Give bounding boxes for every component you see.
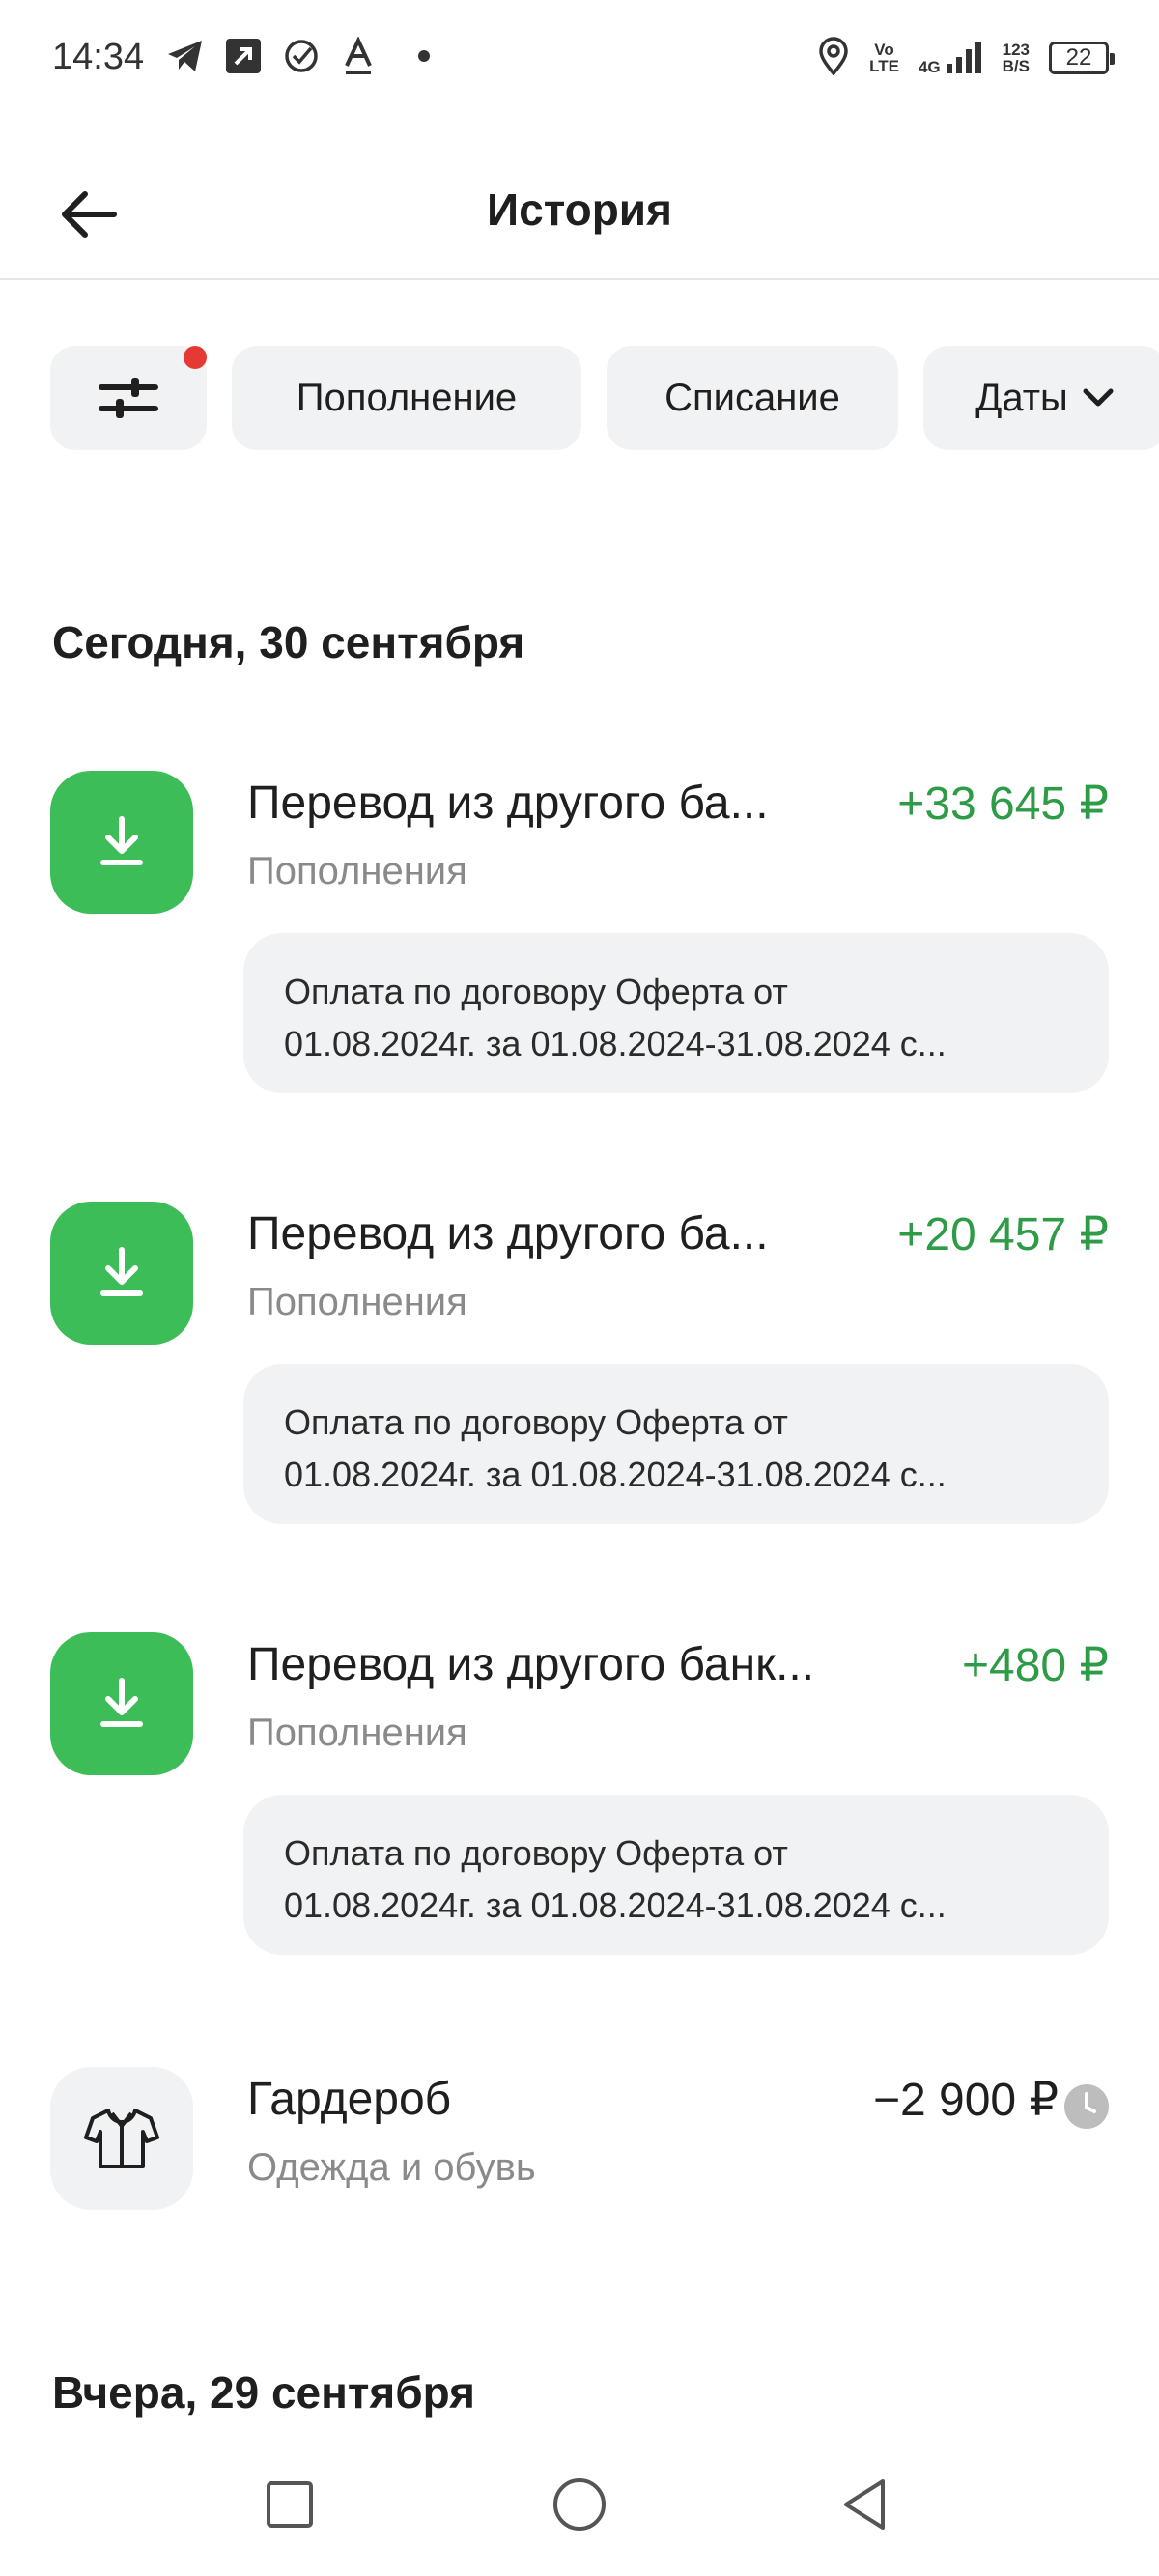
dot-icon (417, 35, 431, 77)
status-right: Vo LTE 4G 123 B/S 22 (817, 35, 1115, 81)
note-line: 01.08.2024г. за 01.08.2024-31.08.2024 с.… (284, 1455, 947, 1494)
transaction-note: Оплата по договору Оферта от 01.08.2024г… (243, 1364, 1109, 1524)
home-button[interactable] (536, 2461, 623, 2548)
triangle-back-icon (844, 2479, 885, 2530)
transaction-note: Оплата по договору Оферта от 01.08.2024г… (243, 1795, 1109, 1955)
transaction-category: Пополнения (247, 1281, 467, 1323)
filter-withdraw-chip[interactable]: Списание (607, 346, 898, 450)
note-line: Оплата по договору Оферта от (284, 1402, 788, 1442)
circle-icon (553, 2478, 606, 2531)
signal-indicator: 4G (919, 41, 983, 75)
transaction-name: Гардероб (247, 2074, 452, 2125)
volte-top: Vo (874, 41, 894, 59)
chevron-down-icon (1083, 388, 1114, 407)
telegram-icon (166, 35, 205, 77)
note-line: Оплата по договору Оферта от (284, 1833, 788, 1873)
filter-dates-dropdown[interactable]: Даты (923, 346, 1159, 450)
transaction-item[interactable]: Перевод из другого банк... Пополнения +4… (50, 1632, 1109, 1961)
status-bar: 14:34 Vo LTE 4G 123 B/S 22 (0, 0, 1159, 116)
section-date-yesterday: Вчера, 29 сентября (52, 2367, 476, 2418)
check-circle-icon (282, 35, 321, 77)
volte-indicator: Vo LTE (869, 42, 899, 74)
clock-icon (1064, 2084, 1109, 2129)
note-line: Оплата по договору Оферта от (284, 972, 788, 1011)
transaction-amount: +480 ₽ (962, 1640, 1109, 1691)
filter-bar: Пополнение Списание Даты (50, 346, 1159, 452)
section-date-today: Сегодня, 30 сентября (52, 617, 525, 667)
transaction-name: Перевод из другого банк... (247, 1639, 815, 1690)
transaction-category: Пополнения (247, 1712, 467, 1754)
transaction-item[interactable]: Гардероб Одежда и обувь −2 900 ₽ (50, 2067, 1109, 2212)
download-arrow-icon (50, 1202, 193, 1345)
transaction-note: Оплата по договору Оферта от 01.08.2024г… (243, 933, 1109, 1093)
download-arrow-icon (50, 771, 193, 914)
font-a-icon (342, 35, 375, 77)
system-nav-bar (0, 2434, 1159, 2576)
transaction-item[interactable]: Перевод из другого ба... Пополнения +20 … (50, 1202, 1109, 1530)
filter-settings-button[interactable] (50, 346, 207, 450)
transaction-category: Пополнения (247, 850, 467, 892)
transaction-name: Перевод из другого ба... (247, 778, 769, 829)
signal-bars-icon (946, 42, 981, 73)
transaction-name: Перевод из другого ба... (247, 1208, 769, 1260)
battery-icon: 22 (1049, 42, 1115, 74)
filter-dates-label: Даты (975, 376, 1068, 419)
back-nav-button[interactable] (821, 2461, 908, 2548)
speed-unit: B/S (1002, 57, 1030, 75)
transaction-item[interactable]: Перевод из другого ба... Пополнения +33 … (50, 771, 1109, 1099)
status-time: 14:34 (52, 37, 145, 77)
battery-level: 22 (1065, 44, 1092, 71)
square-icon (267, 2481, 313, 2528)
speed-value: 123 (1002, 41, 1030, 59)
transaction-amount: −2 900 ₽ (872, 2075, 1059, 2126)
note-line: 01.08.2024г. за 01.08.2024-31.08.2024 с.… (284, 1885, 947, 1925)
notification-dot (184, 346, 207, 369)
download-arrow-icon (50, 1632, 193, 1775)
network-speed: 123 B/S (1003, 42, 1030, 74)
network-generation: 4G (918, 58, 941, 76)
arrow-square-icon (224, 35, 263, 77)
filter-deposit-chip[interactable]: Пополнение (232, 346, 581, 450)
volte-bottom: LTE (869, 57, 899, 75)
shirt-icon (50, 2067, 193, 2210)
note-line: 01.08.2024г. за 01.08.2024-31.08.2024 с.… (284, 1024, 947, 1063)
transaction-amount: +20 457 ₽ (897, 1209, 1109, 1260)
location-icon (817, 36, 850, 80)
recents-button[interactable] (246, 2461, 333, 2548)
page-title: История (487, 184, 672, 235)
transaction-amount: +33 645 ₽ (897, 778, 1109, 830)
app-header: История (0, 135, 1159, 280)
transaction-category: Одежда и обувь (247, 2146, 536, 2189)
sliders-icon (99, 378, 158, 418)
